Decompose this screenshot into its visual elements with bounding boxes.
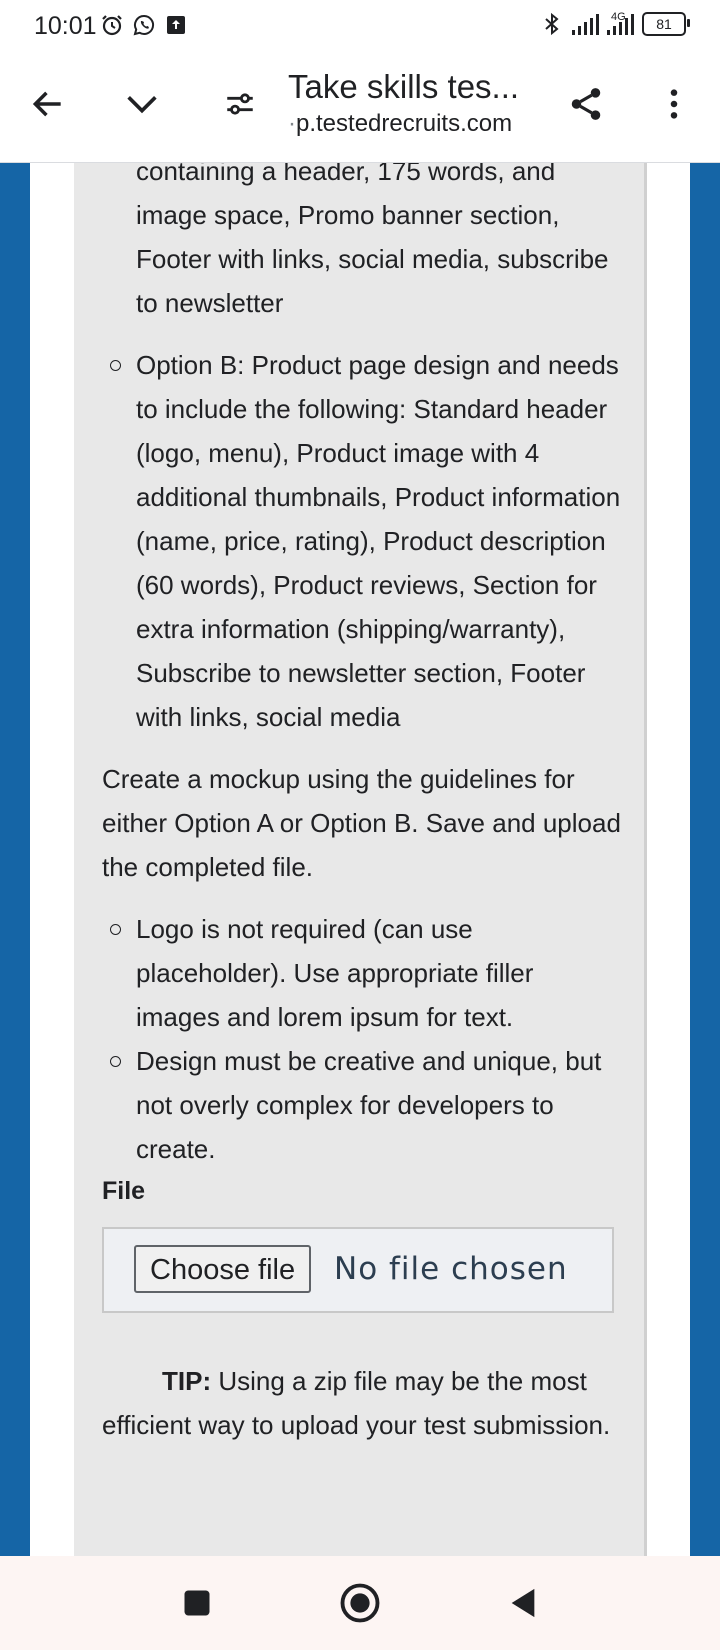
web-page[interactable]: containing a header, 175 words, and imag… [0, 163, 720, 1556]
home-icon [340, 1583, 380, 1623]
choose-file-button[interactable]: Choose file [134, 1245, 312, 1293]
signal-4g-icon: 4G [607, 11, 634, 35]
status-notification-icons [100, 13, 188, 37]
instructions-text: Create a mockup using the guidelines for… [102, 764, 621, 882]
more-icon [670, 89, 678, 119]
file-upload-field[interactable]: Choose file No file chosen [102, 1227, 614, 1313]
share-button[interactable] [562, 80, 610, 128]
alarm-icon [100, 13, 124, 37]
bullet-icon [110, 924, 121, 935]
whatsapp-icon [132, 13, 156, 37]
more-button[interactable] [650, 80, 698, 128]
bullet-icon [110, 360, 121, 371]
browser-toolbar: Take skills tes... ·p.testedrecruits.com [0, 54, 720, 163]
bullet-icon [110, 1056, 121, 1067]
option-b-item: Option B: Product page design and needs … [102, 343, 622, 739]
home-button[interactable] [335, 1578, 385, 1628]
share-icon [571, 88, 601, 120]
question-content: containing a header, 175 words, and imag… [102, 163, 622, 1447]
back-nav-button[interactable] [498, 1578, 548, 1628]
back-icon [32, 91, 61, 117]
tip-text: TIP: Using a zip file may be the most ef… [102, 1366, 611, 1440]
note-item: Design must be creative and unique, but … [102, 1039, 622, 1171]
options-list: containing a header, 175 words, and imag… [102, 163, 622, 739]
status-system-icons: 4G 81 [540, 11, 690, 36]
page-info-icon [227, 93, 253, 115]
bluetooth-icon [540, 12, 564, 36]
status-time: 10:01 [34, 12, 97, 40]
file-label: File [102, 1177, 146, 1205]
note-item: Logo is not required (can use placeholde… [102, 907, 622, 1039]
page-title: Take skills tes... [288, 68, 520, 105]
back-button[interactable] [24, 80, 72, 128]
page-url: ·p.testedrecruits.com [288, 110, 513, 137]
option-a-tail: containing a header, 175 words, and imag… [136, 163, 609, 318]
status-bar: 10:01 4G 81 [0, 0, 720, 54]
page-info-button[interactable] [216, 80, 264, 128]
file-status-text: No file chosen [334, 1251, 568, 1287]
tip-label: TIP: [162, 1366, 212, 1396]
back-triangle-icon [511, 1588, 535, 1618]
signal-icon [572, 13, 599, 35]
recents-icon [184, 1590, 210, 1616]
notes-list: Logo is not required (can use placeholde… [102, 907, 622, 1171]
recents-button[interactable] [172, 1578, 222, 1628]
battery-icon: 81 [642, 12, 690, 36]
upload-icon [164, 13, 188, 37]
page-title-area[interactable]: Take skills tes... ·p.testedrecruits.com [288, 68, 548, 138]
collapse-button[interactable] [118, 80, 166, 128]
chevron-down-icon [127, 96, 157, 114]
system-nav-bar [0, 1556, 720, 1650]
